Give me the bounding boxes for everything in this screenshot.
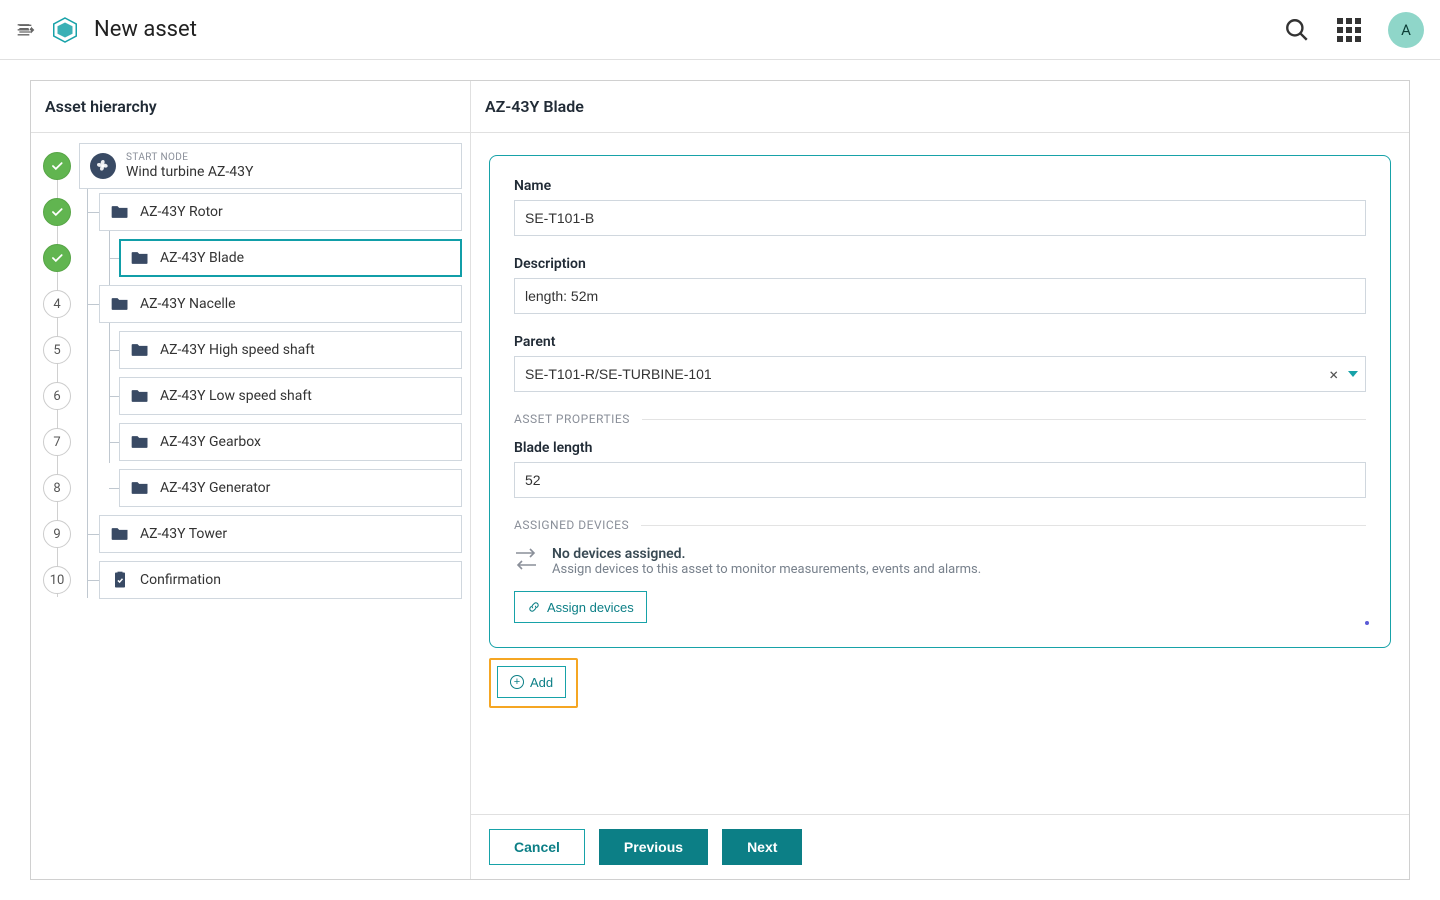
field-name: Name — [514, 178, 1366, 236]
assigned-devices-header: ASSIGNED DEVICES — [514, 518, 1366, 532]
link-icon — [527, 600, 541, 614]
step-check-icon — [43, 244, 71, 272]
user-avatar[interactable]: A — [1388, 12, 1424, 48]
field-blade-length: Blade length — [514, 440, 1366, 498]
parent-select[interactable] — [514, 356, 1366, 392]
parent-label: Parent — [514, 334, 1366, 350]
parent-dropdown-icon[interactable] — [1348, 371, 1358, 377]
parent-clear-icon[interactable]: × — [1325, 361, 1342, 388]
hierarchy-step[interactable]: 5 AZ-43Y High speed shaft — [31, 327, 470, 373]
assign-devices-label: Assign devices — [547, 600, 634, 615]
hierarchy-step[interactable]: 9 AZ-43Y Tower — [31, 511, 470, 557]
hierarchy-step[interactable]: 7 AZ-43Y Gearbox — [31, 419, 470, 465]
hierarchy-node[interactable]: AZ-43Y Tower — [99, 515, 462, 553]
no-devices-subtitle: Assign devices to this asset to monitor … — [552, 562, 981, 577]
add-label: Add — [530, 675, 553, 690]
app-logo-icon — [50, 15, 80, 45]
hierarchy-node[interactable]: START NODEWind turbine AZ-43Y — [79, 143, 462, 189]
hierarchy-node[interactable]: AZ-43Y Gearbox — [119, 423, 462, 461]
form-footer: Cancel Previous Next — [471, 814, 1409, 879]
hierarchy-step[interactable]: AZ-43Y Blade — [31, 235, 470, 281]
hierarchy-step[interactable]: 10 Confirmation — [31, 557, 470, 603]
step-check-icon — [43, 152, 71, 180]
form-scroll: Name Description Parent × — [471, 133, 1409, 814]
form-title: AZ-43Y Blade — [471, 81, 1409, 133]
hierarchy-node[interactable]: AZ-43Y Low speed shaft — [119, 377, 462, 415]
description-input[interactable] — [514, 278, 1366, 314]
search-icon[interactable] — [1284, 17, 1310, 43]
plus-circle-icon: + — [510, 675, 524, 689]
hierarchy-node[interactable]: AZ-43Y Blade — [119, 239, 462, 277]
form-card: Name Description Parent × — [489, 155, 1391, 648]
add-button[interactable]: + Add — [497, 666, 566, 698]
no-devices-block: No devices assigned. Assign devices to t… — [514, 546, 1366, 577]
hierarchy-node[interactable]: Confirmation — [99, 561, 462, 599]
main-panel: AZ-43Y Blade Name Description Parent — [471, 81, 1409, 879]
name-label: Name — [514, 178, 1366, 194]
next-button[interactable]: Next — [722, 829, 802, 865]
top-bar-left: New asset — [16, 15, 197, 45]
previous-button[interactable]: Previous — [599, 829, 708, 865]
step-number: 7 — [43, 428, 71, 456]
field-parent: Parent × — [514, 334, 1366, 392]
menu-toggle-icon[interactable] — [16, 20, 36, 40]
page-title: New asset — [94, 17, 197, 42]
hierarchy-step[interactable]: AZ-43Y Rotor — [31, 189, 470, 235]
top-bar: New asset A — [0, 0, 1440, 60]
assigned-devices-text: ASSIGNED DEVICES — [514, 518, 629, 532]
hierarchy-node[interactable]: AZ-43Y High speed shaft — [119, 331, 462, 369]
step-number: 5 — [43, 336, 71, 364]
step-number: 6 — [43, 382, 71, 410]
step-number: 10 — [43, 566, 71, 594]
blade-length-input[interactable] — [514, 462, 1366, 498]
hierarchy-node[interactable]: AZ-43Y Rotor — [99, 193, 462, 231]
step-number: 4 — [43, 290, 71, 318]
hierarchy-tree: START NODEWind turbine AZ-43Y AZ-43Y Roto… — [31, 133, 470, 623]
step-check-icon — [43, 198, 71, 226]
workspace: Asset hierarchy START NODEWind turbine A… — [0, 60, 1440, 900]
hierarchy-step[interactable]: 4 AZ-43Y Nacelle — [31, 281, 470, 327]
add-highlight: + Add — [489, 658, 578, 708]
side-panel-title: Asset hierarchy — [31, 81, 470, 133]
hierarchy-node[interactable]: AZ-43Y Nacelle — [99, 285, 462, 323]
top-bar-right: A — [1284, 12, 1424, 48]
hierarchy-step[interactable]: START NODEWind turbine AZ-43Y — [31, 143, 470, 189]
description-label: Description — [514, 256, 1366, 272]
asset-properties-text: ASSET PROPERTIES — [514, 412, 630, 426]
name-input[interactable] — [514, 200, 1366, 236]
asset-properties-header: ASSET PROPERTIES — [514, 412, 1366, 426]
side-panel: Asset hierarchy START NODEWind turbine A… — [31, 81, 471, 879]
decorative-dot — [1365, 621, 1369, 625]
step-number: 8 — [43, 474, 71, 502]
hierarchy-step[interactable]: 8 AZ-43Y Generator — [31, 465, 470, 511]
field-description: Description — [514, 256, 1366, 314]
hierarchy-node[interactable]: AZ-43Y Generator — [119, 469, 462, 507]
tree-trunk-2 — [109, 213, 110, 463]
panel-container: Asset hierarchy START NODEWind turbine A… — [30, 80, 1410, 880]
hierarchy-step[interactable]: 6 AZ-43Y Low speed shaft — [31, 373, 470, 419]
assign-devices-button[interactable]: Assign devices — [514, 591, 647, 623]
app-switcher-icon[interactable] — [1336, 17, 1362, 43]
step-number: 9 — [43, 520, 71, 548]
blade-length-label: Blade length — [514, 440, 1366, 456]
cancel-button[interactable]: Cancel — [489, 829, 585, 865]
no-devices-title: No devices assigned. — [552, 546, 981, 562]
swap-arrows-icon — [514, 546, 538, 570]
